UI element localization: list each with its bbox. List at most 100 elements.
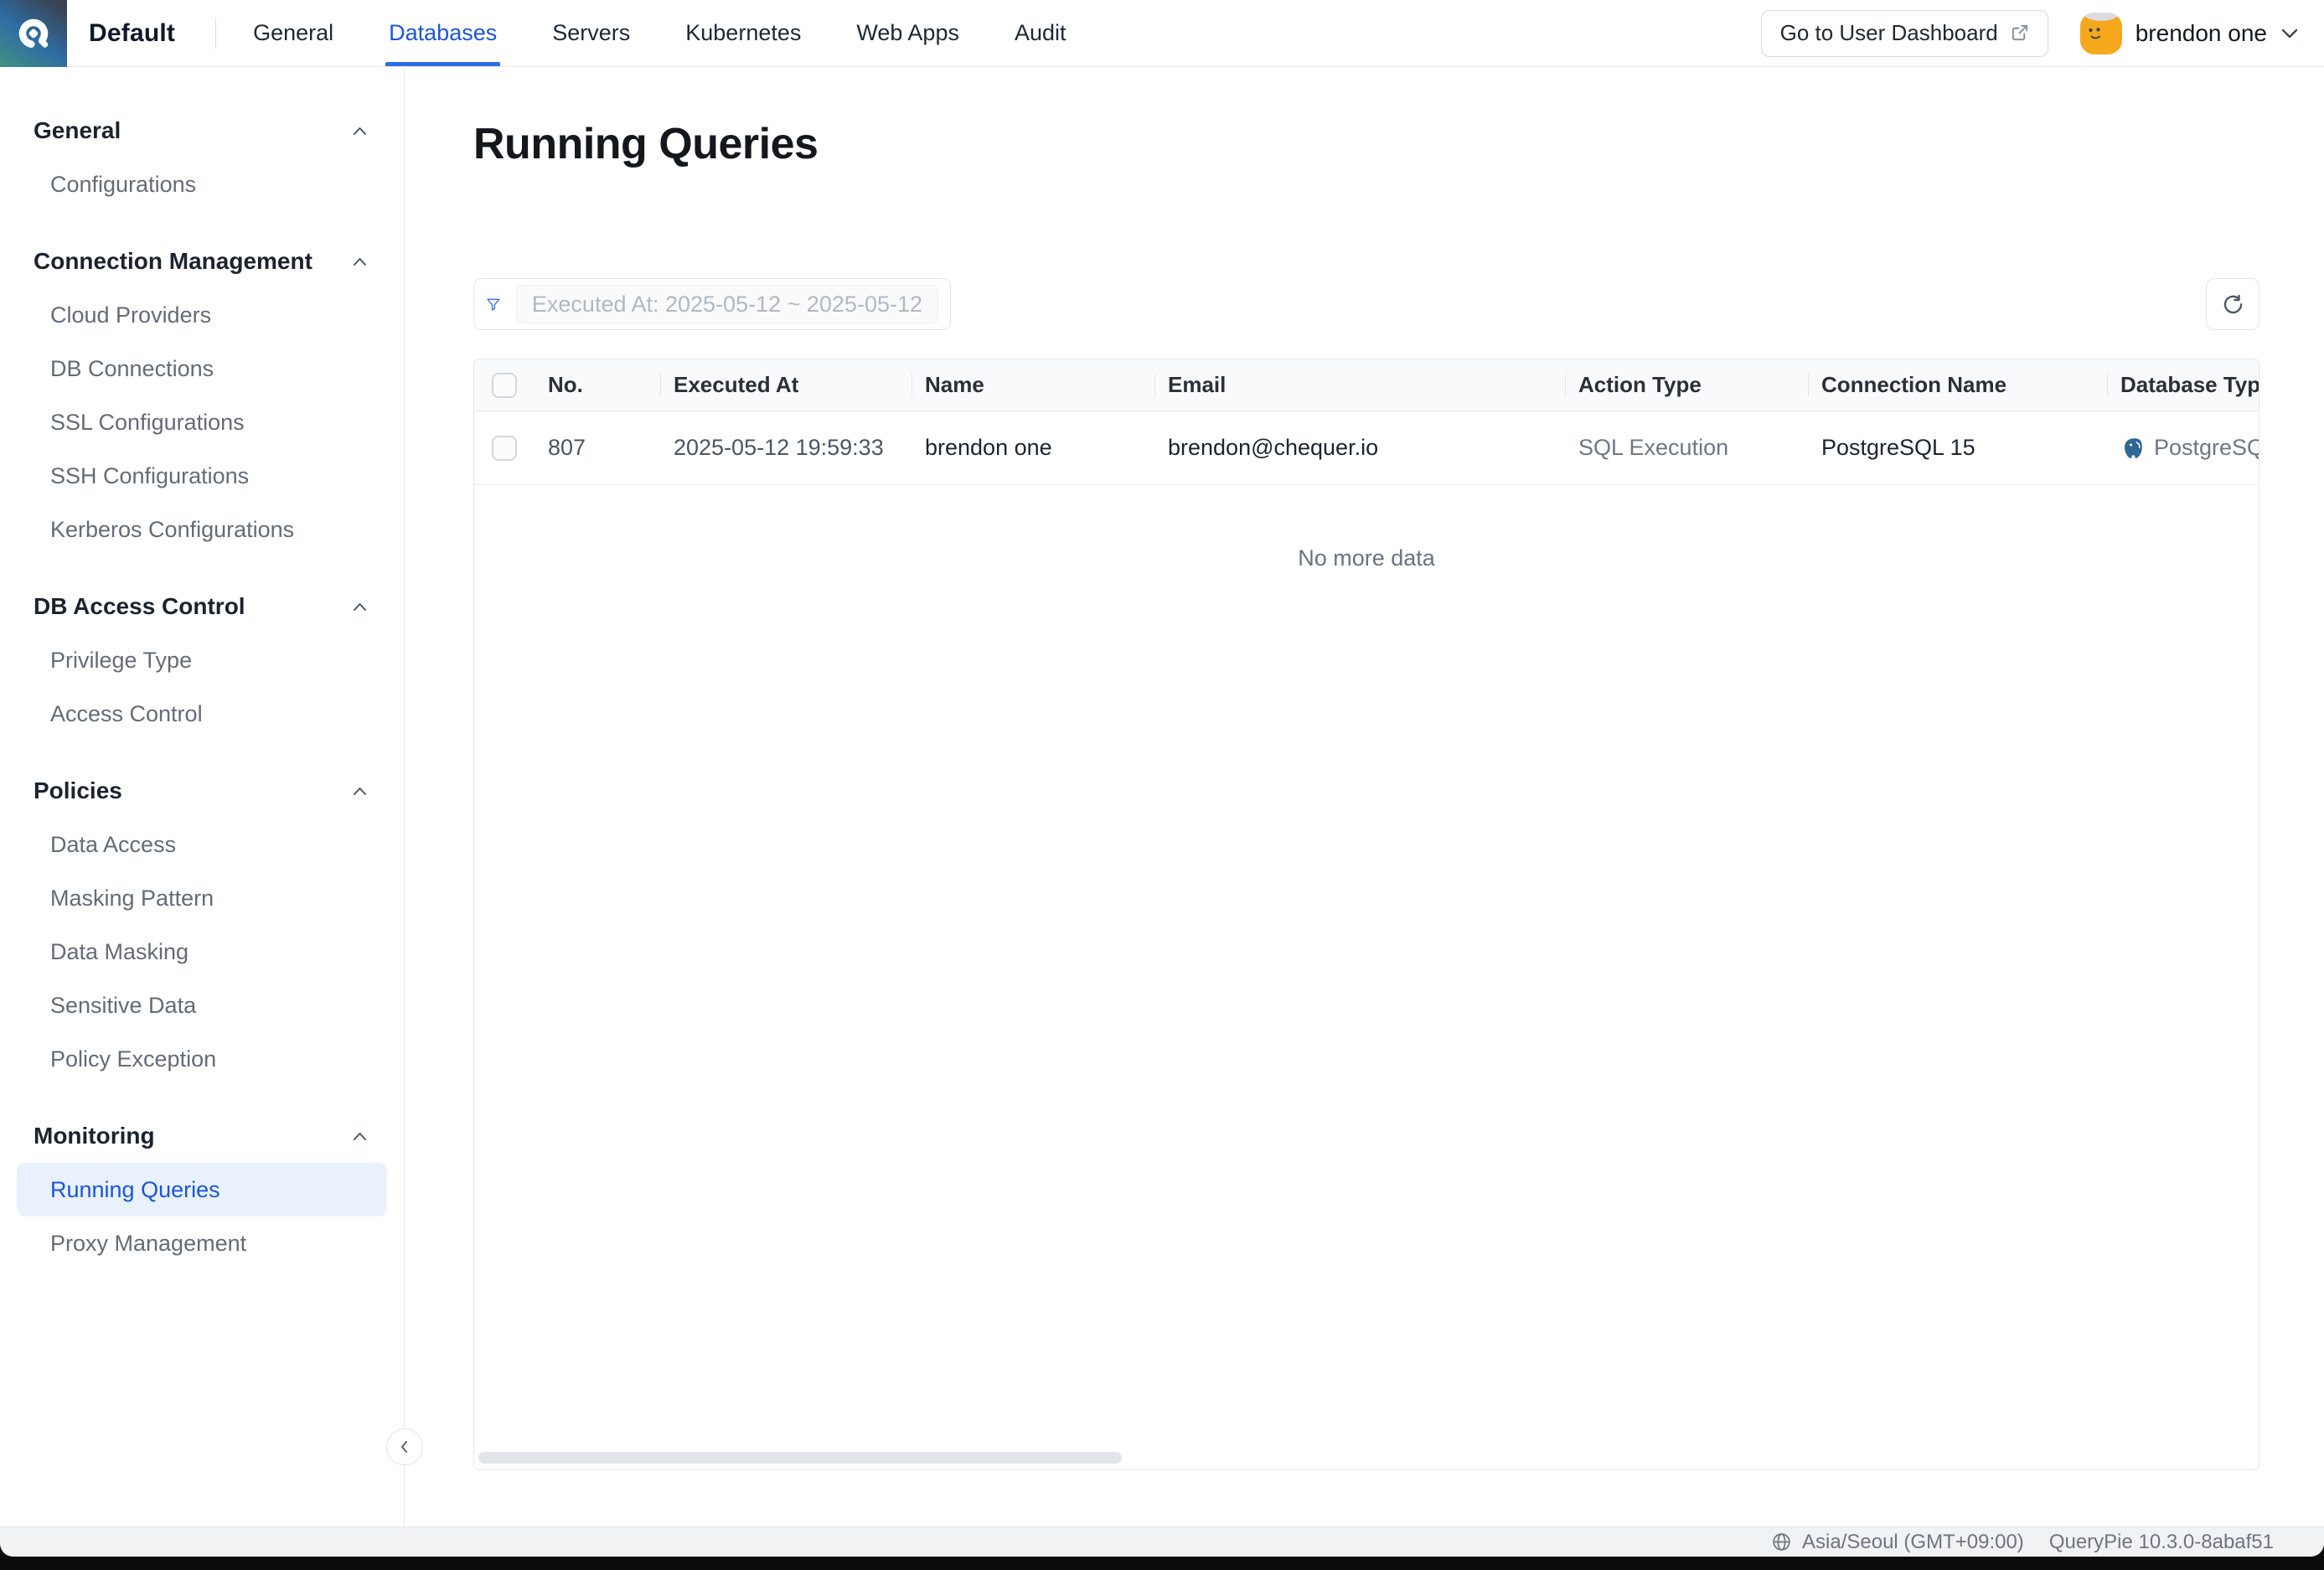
cell-database-type: PostgreSQL xyxy=(2107,411,2259,484)
sidebar-section-policies: Policies Data Access Masking Pattern Dat… xyxy=(0,764,404,1086)
horizontal-scrollbar-thumb[interactable] xyxy=(478,1452,1122,1464)
sidebar-item-running-queries[interactable]: Running Queries xyxy=(17,1163,387,1216)
sidebar-item-kerberos-configurations[interactable]: Kerberos Configurations xyxy=(0,503,404,556)
sidebar-header-label: Connection Management xyxy=(34,248,312,275)
querypie-logo[interactable] xyxy=(0,0,67,67)
filter-funnel-icon xyxy=(486,293,501,316)
column-header-action-type: Action Type xyxy=(1565,359,1808,411)
row-checkbox-cell xyxy=(474,411,535,484)
avatar-face-icon xyxy=(2086,26,2110,43)
sidebar-item-masking-pattern[interactable]: Masking Pattern xyxy=(0,871,404,925)
tab-servers[interactable]: Servers xyxy=(552,0,630,66)
sidebar-header-general[interactable]: General xyxy=(0,104,404,158)
column-header-database-type: Database Type xyxy=(2107,359,2259,411)
cell-executed-at: 2025-05-12 19:59:33 xyxy=(660,411,912,484)
database-type-label: PostgreSQL xyxy=(2154,435,2259,461)
sidebar-section-connection-management: Connection Management Cloud Providers DB… xyxy=(0,235,404,556)
tab-web-apps[interactable]: Web Apps xyxy=(856,0,959,66)
sidebar-item-db-connections[interactable]: DB Connections xyxy=(0,342,404,395)
querypie-logo-icon xyxy=(14,14,53,53)
sidebar-section-general: General Configurations xyxy=(0,104,404,211)
sidebar-header-label: Policies xyxy=(34,777,122,804)
navbar-right: Go to User Dashboard xyxy=(1761,10,2324,57)
chevron-up-icon xyxy=(353,602,367,612)
sidebar-collapse-button[interactable] xyxy=(386,1428,423,1465)
cell-no: 807 xyxy=(535,411,660,484)
go-to-user-dashboard-button[interactable]: Go to User Dashboard xyxy=(1761,10,2048,57)
executed-at-filter-chip[interactable]: Executed At: 2025-05-12 ~ 2025-05-12 xyxy=(516,285,938,323)
sidebar-item-ssh-configurations[interactable]: SSH Configurations xyxy=(0,449,404,503)
tab-databases[interactable]: Databases xyxy=(389,0,497,66)
row-checkbox[interactable] xyxy=(492,436,517,461)
sidebar-item-data-masking[interactable]: Data Masking xyxy=(0,925,404,979)
content-row: General Configurations Connection Manage… xyxy=(0,67,2324,1526)
sidebar-header-label: Monitoring xyxy=(34,1123,155,1149)
main-content: Running Queries Executed At: 2025-05-12 … xyxy=(405,67,2324,1526)
no-more-data-text: No more data xyxy=(474,545,2259,571)
sidebar-item-policy-exception[interactable]: Policy Exception xyxy=(0,1032,404,1086)
sidebar-item-sensitive-data[interactable]: Sensitive Data xyxy=(0,979,404,1032)
screen: Default General Databases Servers Kubern… xyxy=(0,0,2324,1570)
sidebar-item-ssl-configurations[interactable]: SSL Configurations xyxy=(0,395,404,449)
cell-email: brendon@chequer.io xyxy=(1154,411,1565,484)
column-header-name: Name xyxy=(912,359,1154,411)
chevron-up-icon xyxy=(353,1132,367,1141)
sidebar-header-label: DB Access Control xyxy=(34,593,245,620)
column-header-executed-at: Executed At xyxy=(660,359,912,411)
column-header-email: Email xyxy=(1154,359,1565,411)
sidebar-section-monitoring: Monitoring Running Queries Proxy Managem… xyxy=(0,1109,404,1270)
timezone-label: Asia/Seoul (GMT+09:00) xyxy=(1802,1531,2024,1554)
app-window: Default General Databases Servers Kubern… xyxy=(0,0,2324,1557)
version-label: QueryPie 10.3.0-8abaf51 xyxy=(2049,1531,2274,1554)
sidebar-item-proxy-management[interactable]: Proxy Management xyxy=(0,1216,404,1270)
page-title: Running Queries xyxy=(473,121,2259,168)
sidebar-header-db-access-control[interactable]: DB Access Control xyxy=(0,580,404,633)
refresh-icon xyxy=(2222,293,2244,316)
cell-connection-name: PostgreSQL 15 xyxy=(1808,411,2107,484)
navbar-divider xyxy=(215,18,216,49)
navbar-tabs: General Databases Servers Kubernetes Web… xyxy=(253,0,1066,66)
cell-action-type: SQL Execution xyxy=(1565,411,1808,484)
go-to-user-dashboard-label: Go to User Dashboard xyxy=(1780,20,1998,46)
table-header-row: No. Executed At Name Email Action Type C… xyxy=(474,359,2259,411)
filter-bar: Executed At: 2025-05-12 ~ 2025-05-12 xyxy=(473,278,951,330)
cell-name: brendon one xyxy=(912,411,1154,484)
sidebar-section-db-access-control: DB Access Control Privilege Type Access … xyxy=(0,580,404,741)
globe-icon xyxy=(1771,1531,1792,1552)
postgresql-icon xyxy=(2120,436,2146,461)
column-header-no: No. xyxy=(535,359,660,411)
tab-audit[interactable]: Audit xyxy=(1015,0,1066,66)
sidebar-item-privilege-type[interactable]: Privilege Type xyxy=(0,633,404,687)
sidebar-header-monitoring[interactable]: Monitoring xyxy=(0,1109,404,1163)
timezone-group: Asia/Seoul (GMT+09:00) xyxy=(1771,1531,2024,1554)
sidebar-header-policies[interactable]: Policies xyxy=(0,764,404,818)
chevron-up-icon xyxy=(353,787,367,796)
top-navbar: Default General Databases Servers Kubern… xyxy=(0,0,2324,67)
chevron-up-icon xyxy=(353,257,367,266)
tab-general[interactable]: General xyxy=(253,0,333,66)
sidebar-item-access-control[interactable]: Access Control xyxy=(0,687,404,741)
sidebar-item-data-access[interactable]: Data Access xyxy=(0,818,404,871)
sidebar-item-configurations[interactable]: Configurations xyxy=(0,158,404,211)
select-all-checkbox[interactable] xyxy=(492,373,517,398)
external-link-icon xyxy=(2010,23,2029,43)
chevron-up-icon xyxy=(353,127,367,136)
chevron-left-icon xyxy=(397,1439,412,1454)
workspace-name: Default xyxy=(89,19,175,48)
sidebar: General Configurations Connection Manage… xyxy=(0,67,405,1526)
sidebar-item-cloud-providers[interactable]: Cloud Providers xyxy=(0,288,404,342)
footer: Asia/Seoul (GMT+09:00) QueryPie 10.3.0-8… xyxy=(0,1526,2324,1557)
column-header-connection-name: Connection Name xyxy=(1808,359,2107,411)
sidebar-header-label: General xyxy=(34,117,121,144)
user-name: brendon one xyxy=(2135,20,2267,47)
table-header-checkbox-cell xyxy=(474,359,535,411)
avatar xyxy=(2080,13,2122,54)
tab-kubernetes[interactable]: Kubernetes xyxy=(685,0,801,66)
user-menu[interactable]: brendon one xyxy=(2080,13,2299,54)
running-queries-table: No. Executed At Name Email Action Type C… xyxy=(473,359,2259,1470)
chevron-down-icon xyxy=(2280,28,2299,39)
table-row: 807 2025-05-12 19:59:33 brendon one bren… xyxy=(474,411,2259,485)
sidebar-header-connection-management[interactable]: Connection Management xyxy=(0,235,404,288)
refresh-button[interactable] xyxy=(2206,278,2259,330)
filter-row: Executed At: 2025-05-12 ~ 2025-05-12 xyxy=(473,278,2259,330)
